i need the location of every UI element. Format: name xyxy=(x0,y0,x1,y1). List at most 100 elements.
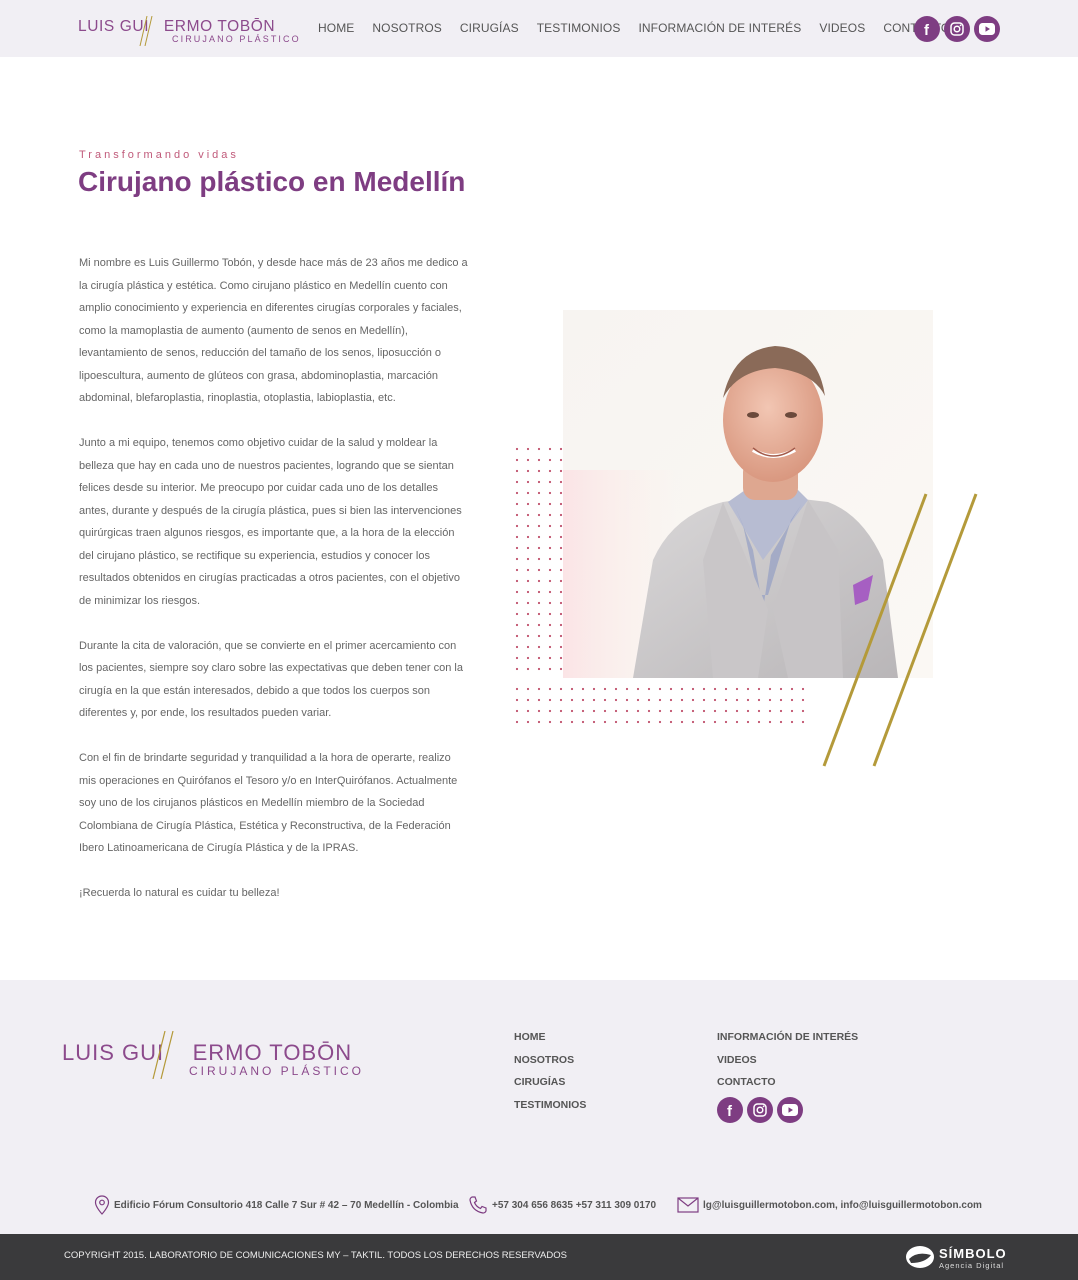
decor-dot xyxy=(757,720,761,724)
decor-dot xyxy=(559,557,563,561)
decor-dot xyxy=(548,623,552,627)
dot-pattern-vertical xyxy=(515,447,563,671)
footer-nav-nosotros[interactable]: NOSOTROS xyxy=(514,1049,586,1072)
decor-dot xyxy=(625,687,629,691)
facebook-icon[interactable]: f xyxy=(914,16,940,42)
hero-eyebrow: Transformando vidas xyxy=(79,149,239,161)
decor-dot xyxy=(702,720,706,724)
decor-dot xyxy=(581,687,585,691)
site-logo[interactable]: LUIS GUI ERMO TOBŌN CIRUJANO PLÁSTICO xyxy=(78,16,299,46)
decor-dot xyxy=(526,709,530,713)
decor-dot xyxy=(515,667,519,671)
decor-dot xyxy=(526,513,530,517)
decor-dot xyxy=(559,623,563,627)
decor-dot xyxy=(548,469,552,473)
address-item: Edificio Fórum Consultorio 418 Calle 7 S… xyxy=(94,1192,459,1218)
phone-icon xyxy=(469,1196,487,1214)
decor-dot xyxy=(515,469,519,473)
decor-dot xyxy=(526,687,530,691)
footer-logo-subtitle: CIRUJANO PLÁSTICO xyxy=(189,1064,365,1078)
decor-dot xyxy=(526,656,530,660)
decor-dot xyxy=(768,720,772,724)
decor-dot xyxy=(658,687,662,691)
agency-credit[interactable]: SÍMBOLO Agencia Digital xyxy=(905,1244,1015,1272)
decor-dot xyxy=(768,698,772,702)
decor-dot xyxy=(515,579,519,583)
decor-dot xyxy=(779,709,783,713)
footer-nav-cirugias[interactable]: CIRUGÍAS xyxy=(514,1071,586,1094)
decor-dot xyxy=(559,579,563,583)
decor-dot xyxy=(636,720,640,724)
decor-dot xyxy=(526,720,530,724)
decor-dot xyxy=(735,720,739,724)
decor-dot xyxy=(658,709,662,713)
email-item[interactable]: lg@luisguillermotobon.com, info@luisguil… xyxy=(677,1192,982,1218)
decor-dot xyxy=(559,458,563,462)
paragraph: Junto a mi equipo, tenemos como objetivo… xyxy=(79,437,462,607)
nav-videos[interactable]: VIDEOS xyxy=(819,21,865,37)
footer-nav-home[interactable]: HOME xyxy=(514,1026,586,1049)
location-pin-icon xyxy=(94,1195,110,1215)
decor-dot xyxy=(603,687,607,691)
decor-dot xyxy=(548,612,552,616)
decor-dot xyxy=(537,546,541,550)
decor-dot xyxy=(724,709,728,713)
decor-dot xyxy=(570,720,574,724)
decor-dot xyxy=(592,687,596,691)
decor-dot xyxy=(559,447,563,451)
decor-dot xyxy=(559,535,563,539)
decor-dot xyxy=(537,568,541,572)
email-text: lg@luisguillermotobon.com, info@luisguil… xyxy=(703,1199,982,1211)
decor-dot xyxy=(779,687,783,691)
decor-dot xyxy=(515,557,519,561)
decor-dot xyxy=(526,458,530,462)
svg-text:f: f xyxy=(924,22,930,36)
footer-logo[interactable]: LUIS GUI ERMO TOBŌN CIRUJANO PLÁSTICO xyxy=(62,1031,362,1081)
footer-nav-videos[interactable]: VIDEOS xyxy=(717,1049,858,1072)
decor-dot xyxy=(515,601,519,605)
decor-dot xyxy=(515,535,519,539)
decor-dot xyxy=(680,698,684,702)
nav-home[interactable]: HOME xyxy=(318,21,354,37)
youtube-icon[interactable] xyxy=(777,1097,803,1123)
decor-dot xyxy=(515,546,519,550)
decor-dot xyxy=(779,720,783,724)
nav-testimonios[interactable]: TESTIMONIOS xyxy=(537,21,621,37)
decor-dot xyxy=(702,698,706,702)
decor-dot xyxy=(548,447,552,451)
footer-nav-informacion[interactable]: INFORMACIÓN DE INTERÉS xyxy=(717,1026,858,1049)
decor-dot xyxy=(537,491,541,495)
nav-nosotros[interactable]: NOSOTROS xyxy=(372,21,441,37)
decor-dot xyxy=(614,698,618,702)
nav-informacion[interactable]: INFORMACIÓN DE INTERÉS xyxy=(638,21,801,37)
decor-dot xyxy=(526,480,530,484)
decor-dot xyxy=(790,720,794,724)
decor-dot xyxy=(548,590,552,594)
decor-dot xyxy=(537,645,541,649)
decor-dot xyxy=(592,720,596,724)
instagram-icon[interactable] xyxy=(944,16,970,42)
decor-dot xyxy=(537,447,541,451)
decor-dot xyxy=(614,720,618,724)
decor-dot xyxy=(713,687,717,691)
instagram-icon[interactable] xyxy=(747,1097,773,1123)
footer-contact-bar: Edificio Fórum Consultorio 418 Calle 7 S… xyxy=(0,1192,1078,1218)
decor-dot xyxy=(647,709,651,713)
nav-cirugias[interactable]: CIRUGÍAS xyxy=(460,21,519,37)
decor-dot xyxy=(559,720,563,724)
decor-dot xyxy=(559,612,563,616)
decor-dot xyxy=(526,502,530,506)
decor-dot xyxy=(658,720,662,724)
decor-dot xyxy=(515,502,519,506)
footer-nav-testimonios[interactable]: TESTIMONIOS xyxy=(514,1094,586,1117)
youtube-icon[interactable] xyxy=(974,16,1000,42)
decor-dot xyxy=(669,698,673,702)
decor-dot xyxy=(680,687,684,691)
footer-nav-contacto[interactable]: CONTACTO xyxy=(717,1071,858,1094)
phone-item[interactable]: +57 304 656 8635 +57 311 309 0170 xyxy=(468,1192,656,1218)
logo-subtitle: CIRUJANO PLÁSTICO xyxy=(172,34,301,44)
logo-slash-icon xyxy=(139,16,153,46)
decor-dot xyxy=(691,698,695,702)
facebook-icon[interactable]: f xyxy=(717,1097,743,1123)
decor-dot xyxy=(537,469,541,473)
